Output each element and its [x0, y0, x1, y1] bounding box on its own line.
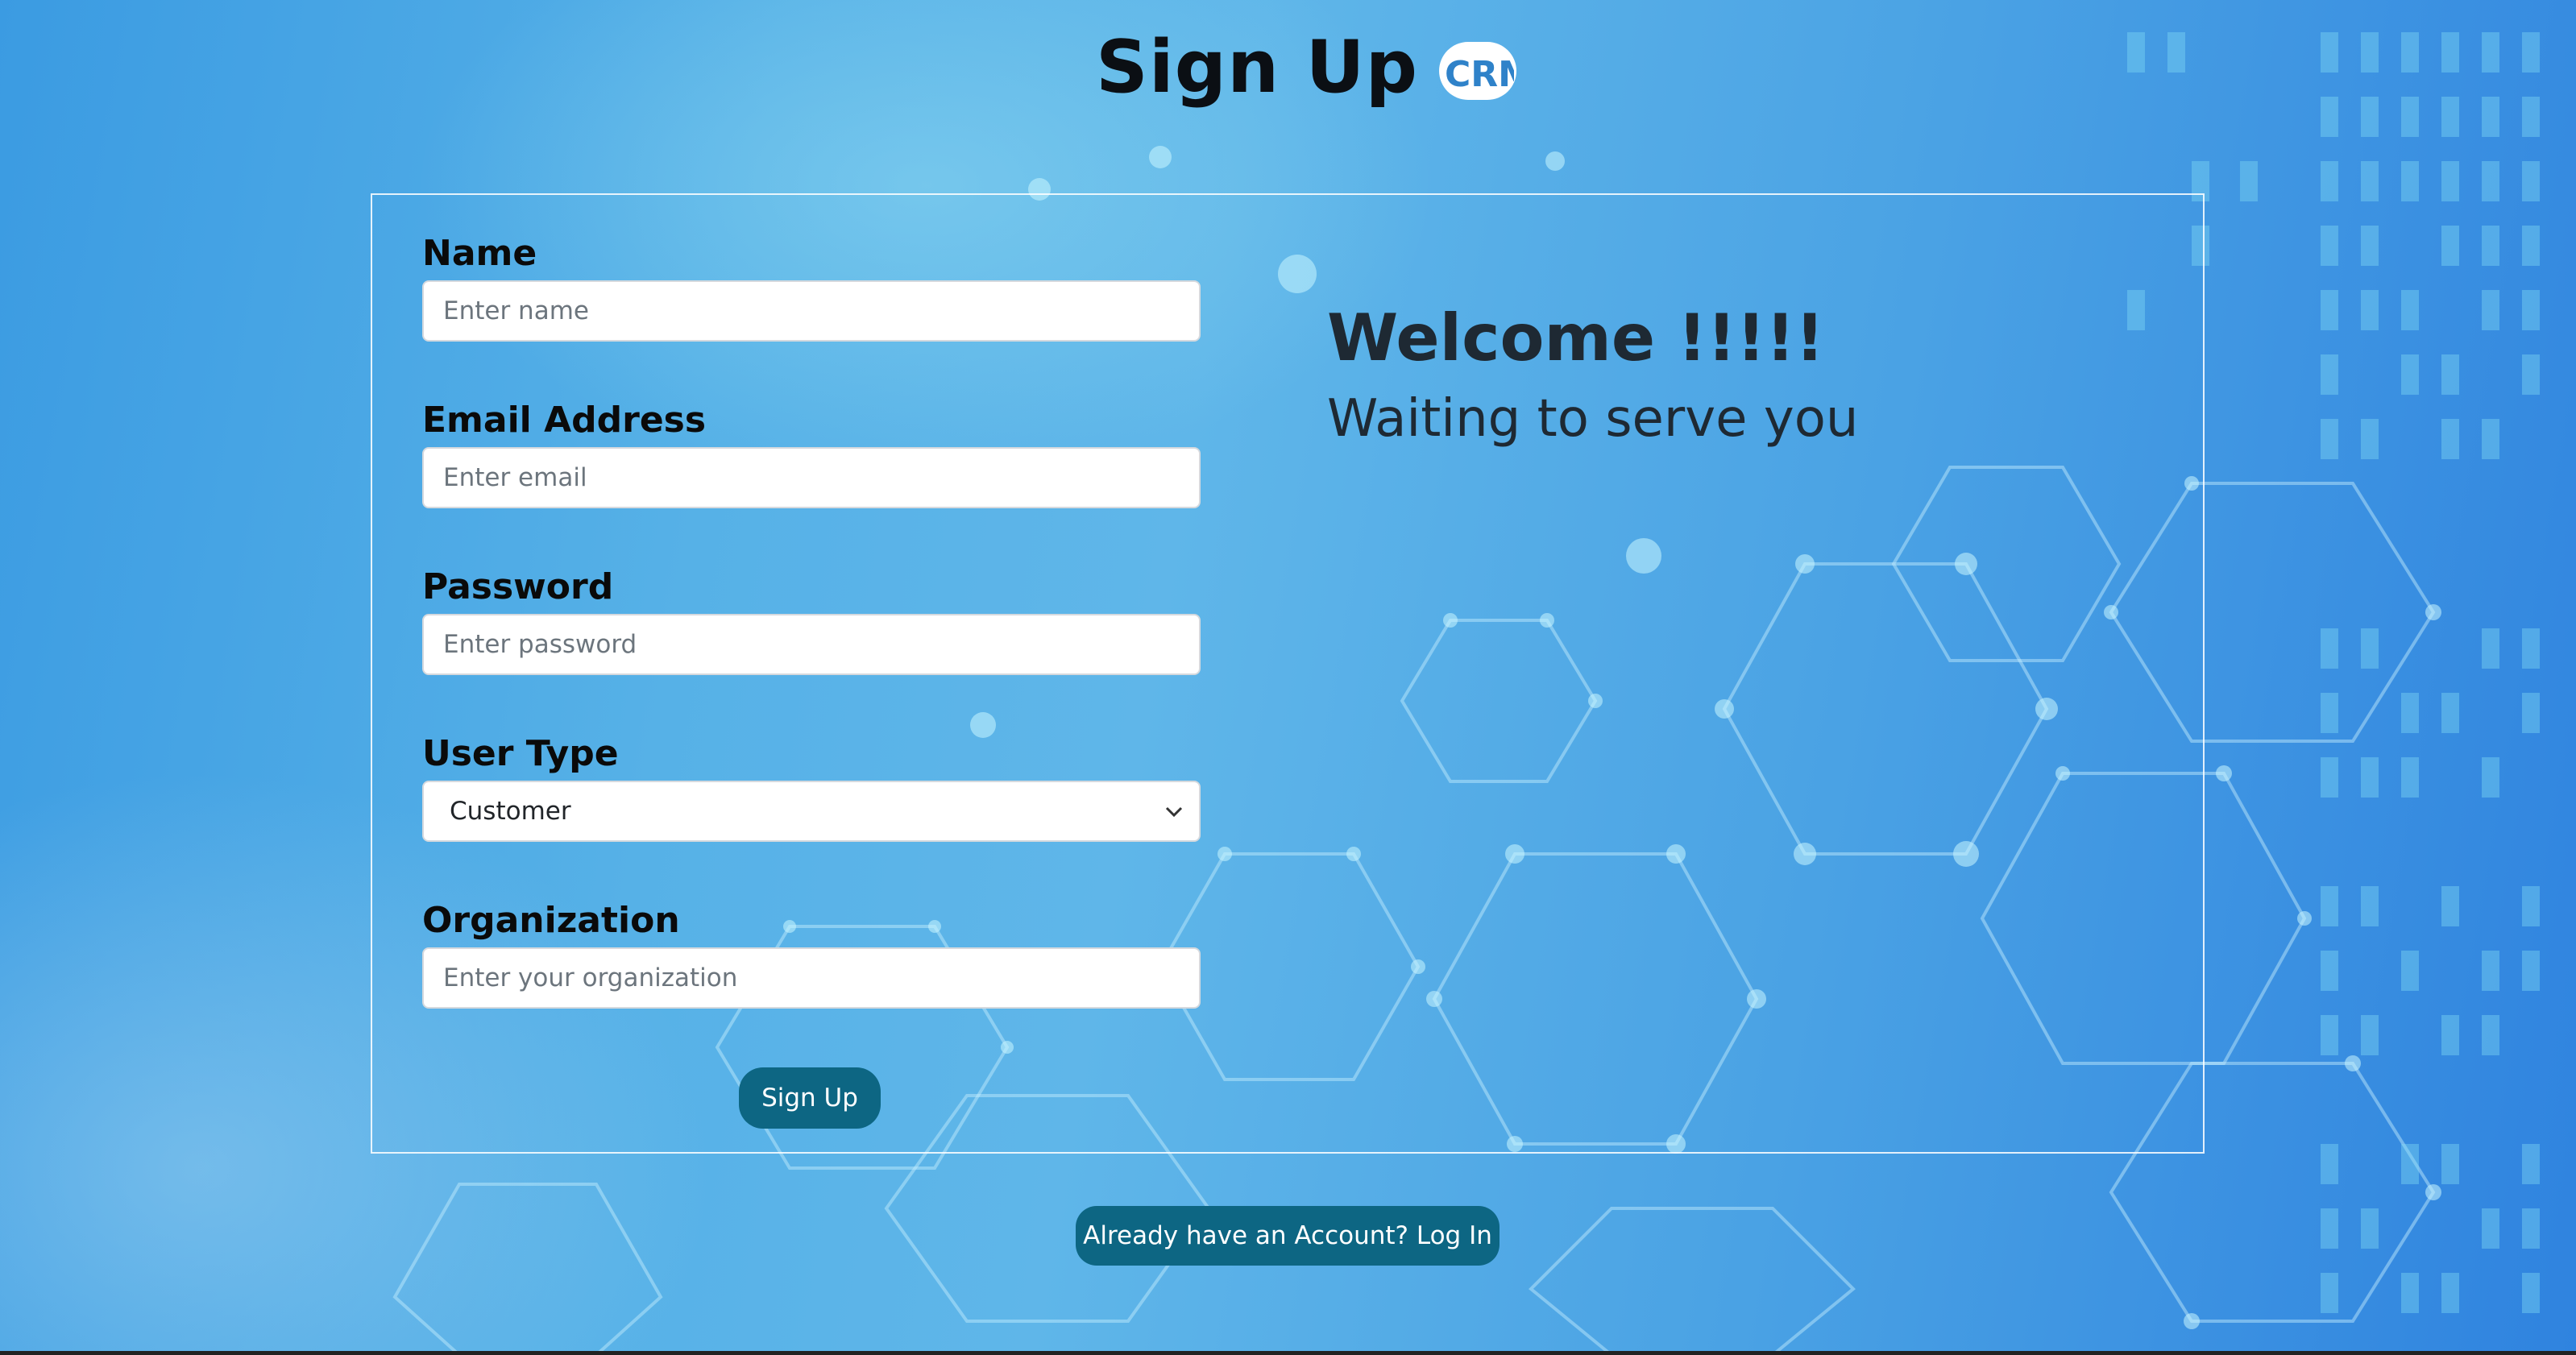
crm-logo-mark: CRM	[1445, 54, 1514, 95]
signup-card: Name Email Address Password User Type Cu…	[371, 193, 2205, 1154]
name-field-group: Name	[422, 227, 1201, 394]
password-label: Password	[422, 566, 614, 607]
bottom-border	[0, 1351, 2576, 1355]
chevron-down-icon	[1165, 799, 1183, 823]
email-field-group: Email Address	[422, 394, 1201, 561]
organization-field-group: Organization	[422, 894, 1201, 1061]
organization-label: Organization	[422, 900, 680, 941]
email-input[interactable]	[422, 447, 1201, 508]
user-type-selected-value: Customer	[450, 797, 571, 826]
welcome-subheading: Waiting to serve you	[1327, 389, 1859, 449]
signup-form: Name Email Address Password User Type Cu…	[422, 227, 1201, 1061]
user-type-field-group: User Type Customer	[422, 727, 1201, 894]
login-link-button[interactable]: Already have an Account? Log In	[1076, 1206, 1500, 1266]
organization-input[interactable]	[422, 947, 1201, 1009]
crm-logo-icon: CRM	[1439, 42, 1517, 100]
email-label: Email Address	[422, 400, 707, 441]
password-input[interactable]	[422, 614, 1201, 675]
welcome-panel: Welcome !!!!! Waiting to serve you	[1327, 298, 1858, 459]
name-input[interactable]	[422, 280, 1201, 342]
name-label: Name	[422, 233, 537, 274]
password-field-group: Password	[422, 561, 1201, 727]
welcome-heading: Welcome !!!!!	[1327, 300, 1825, 375]
user-type-select[interactable]: Customer	[422, 781, 1201, 842]
svg-text:CRM: CRM	[1445, 54, 1514, 95]
page-header: Sign Up CRM	[1096, 23, 1517, 111]
sign-up-button[interactable]: Sign Up	[739, 1067, 881, 1129]
user-type-label: User Type	[422, 733, 619, 774]
page-title: Sign Up	[1096, 24, 1419, 110]
